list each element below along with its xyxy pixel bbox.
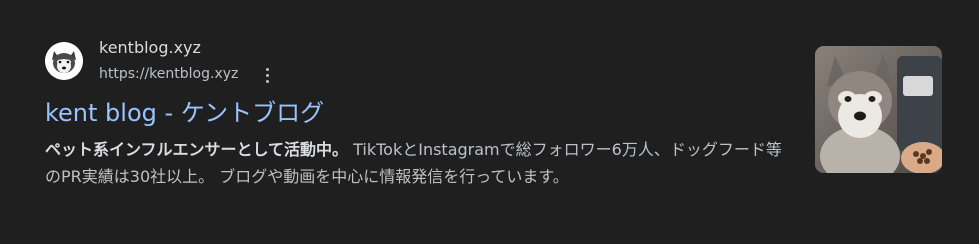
search-result: kentblog.xyz https://kentblog.xyz kent b…	[0, 0, 979, 244]
vertical-dots-icon[interactable]	[258, 64, 278, 86]
site-url[interactable]: https://kentblog.xyz	[99, 66, 238, 82]
result-snippet: ペット系インフルエンサーとして活動中。 TikTokとInstagramで総フォ…	[45, 136, 785, 190]
site-name[interactable]: kentblog.xyz	[99, 38, 201, 57]
husky-thumbnail-image[interactable]	[815, 46, 942, 173]
result-title-link[interactable]: kent blog - ケントブログ	[45, 93, 324, 128]
husky-favicon-icon[interactable]	[45, 42, 83, 80]
snippet-bold-text: ペット系インフルエンサーとして活動中。	[45, 140, 349, 159]
